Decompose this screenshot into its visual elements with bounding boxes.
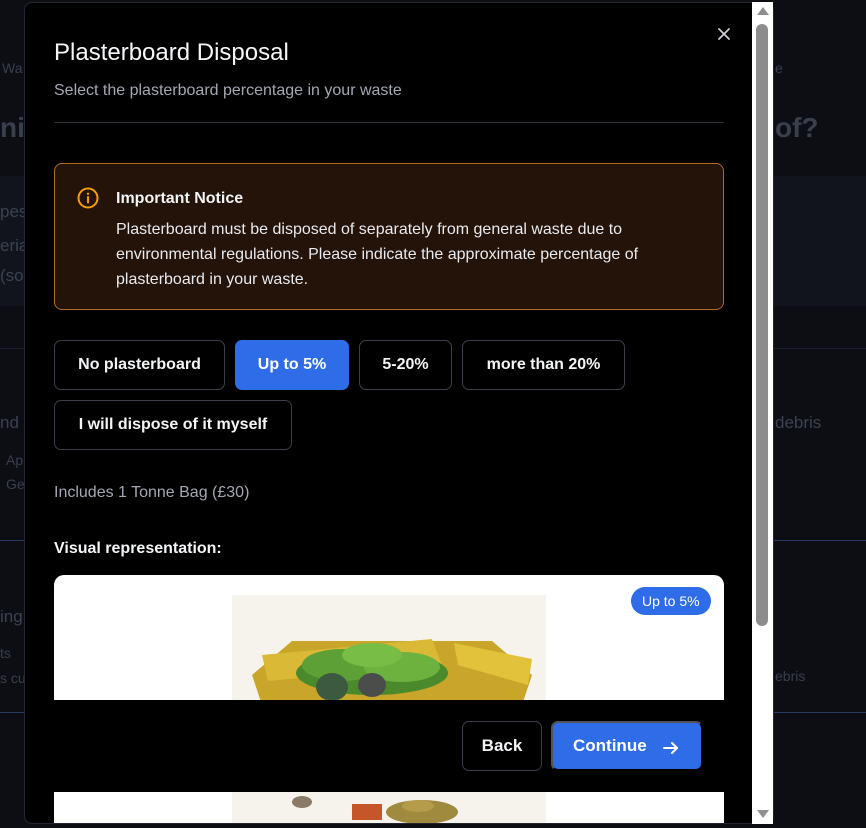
background-text: ing (0, 607, 23, 626)
background-text: ebris (775, 668, 806, 684)
close-button[interactable] (715, 25, 733, 43)
background-text: s cu (0, 670, 26, 686)
modal-subtitle: Select the plasterboard percentage in yo… (54, 82, 402, 99)
background-heading: of? (775, 112, 819, 143)
option-no-plasterboard[interactable]: No plasterboard (54, 340, 225, 390)
info-circle-icon (77, 187, 99, 209)
modal-title: Plasterboard Disposal (54, 39, 289, 66)
background-text: e (775, 60, 783, 76)
scrollbar-thumb[interactable] (756, 24, 768, 626)
notice-title: Important Notice (116, 190, 244, 207)
second-image-card (54, 792, 724, 823)
important-notice: Important Notice Plasterboard must be di… (54, 163, 724, 310)
background-text: Ap (6, 452, 24, 468)
modal-footer: Back Continue (25, 700, 773, 792)
header-divider (54, 122, 724, 123)
option-up-to-5[interactable]: Up to 5% (235, 340, 349, 390)
notice-body: Plasterboard must be disposed of separat… (116, 221, 639, 288)
background-text: Ge (6, 476, 25, 492)
option-more-than-20[interactable]: more than 20% (462, 340, 625, 390)
back-button[interactable]: Back (462, 721, 542, 771)
visual-representation-label: Visual representation: (54, 540, 222, 557)
scroll-up-arrow-icon[interactable] (757, 7, 769, 15)
option-5-20[interactable]: 5-20% (359, 340, 452, 390)
option-dispose-myself[interactable]: I will dispose of it myself (54, 400, 292, 450)
background-text: (so (0, 266, 24, 285)
scroll-down-arrow-icon[interactable] (757, 810, 769, 818)
image-badge: Up to 5% (631, 587, 711, 615)
background-text: debris (775, 413, 822, 432)
continue-label: Continue (573, 736, 647, 755)
background-text: ts (0, 645, 11, 661)
rubble-illustration (232, 792, 546, 823)
continue-button[interactable]: Continue (551, 721, 703, 771)
arrow-right-icon (663, 742, 678, 754)
rubble-image (232, 792, 546, 823)
close-icon (718, 28, 730, 40)
modal-scrollbar[interactable] (752, 2, 773, 824)
background-text: Wa (2, 60, 23, 76)
plasterboard-modal: Plasterboard Disposal Select the plaster… (24, 2, 774, 824)
includes-text: Includes 1 Tonne Bag (£30) (54, 484, 250, 501)
background-text: nd (0, 413, 19, 432)
